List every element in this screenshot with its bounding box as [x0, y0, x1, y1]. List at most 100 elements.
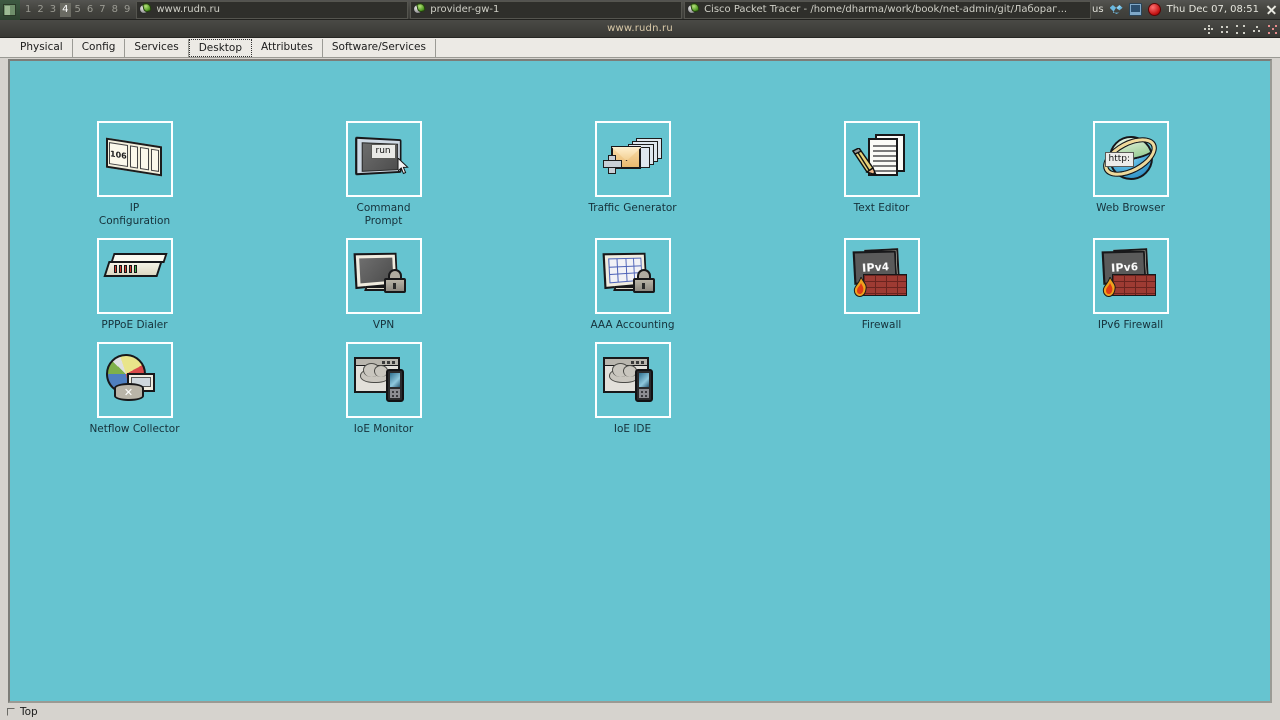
desktop-pager[interactable]: 1 2 3 4 5 6 7 8 9: [20, 0, 135, 20]
firewall-icon[interactable]: IPv4: [843, 238, 920, 314]
taskbar-window-title-2: provider-gw-1: [430, 4, 500, 15]
desktop-8[interactable]: 8: [110, 3, 120, 17]
desktop-icon-command-prompt[interactable]: run Command Prompt: [259, 121, 508, 228]
taskbar-window-title-3: Cisco Packet Tracer - /home/dharma/work/…: [704, 4, 1068, 15]
web-browser-badge: http:: [1104, 152, 1135, 167]
desktop-icon-label: Command Prompt: [356, 202, 411, 227]
desktop-icon-ip-configuration[interactable]: 106 IP Configuration: [10, 121, 259, 228]
command-prompt-badge: run: [370, 144, 396, 159]
taskbar-window-button-3[interactable]: Cisco Packet Tracer - /home/dharma/work/…: [684, 0, 1092, 19]
desktop-icon-label: Traffic Generator: [588, 202, 677, 214]
icon-cell-empty: [1006, 342, 1255, 436]
icon-row-3: Netflow Collector: [10, 342, 1270, 436]
text-editor-icon[interactable]: [843, 121, 920, 197]
firewall-art: IPv4: [851, 247, 913, 305]
desktop-icon-text-editor[interactable]: Text Editor: [757, 121, 1006, 228]
desktop-icon-traffic-generator[interactable]: Traffic Generator: [508, 121, 757, 228]
icon-cell-empty: [757, 342, 1006, 436]
desktop-icon-label: PPPoE Dialer: [101, 319, 168, 331]
pppoe-dialer-art: [102, 247, 168, 305]
desktop-4[interactable]: 4: [60, 2, 71, 17]
command-prompt-icon[interactable]: run: [345, 121, 422, 197]
tab-services[interactable]: Services: [125, 39, 189, 57]
close-icon[interactable]: [1265, 3, 1278, 16]
desktop-icon-ipv6-firewall[interactable]: IPv6 IPv6 Firewall: [1006, 238, 1255, 332]
desktop-2[interactable]: 2: [35, 3, 45, 17]
desktop-9[interactable]: 9: [122, 3, 132, 17]
top-checkbox[interactable]: [7, 707, 15, 716]
window-titlebar[interactable]: www.rudn.ru: [0, 20, 1280, 38]
desktop-icon-label: IP Configuration: [98, 202, 171, 227]
system-tray: us Thu Dec 07, 08:51: [1092, 0, 1280, 20]
clock[interactable]: Thu Dec 07, 08:51: [1167, 4, 1259, 15]
display-icon[interactable]: [1128, 3, 1142, 16]
desktop-6[interactable]: 6: [85, 3, 95, 17]
shade-icon[interactable]: [1204, 24, 1213, 34]
ipv6-firewall-icon[interactable]: IPv6: [1092, 238, 1169, 314]
dropbox-icon[interactable]: [1110, 3, 1123, 16]
taskbar-window-title-1: www.rudn.ru: [156, 4, 220, 15]
ipv6-firewall-art: IPv6: [1100, 247, 1162, 305]
top-checkbox-label: Top: [20, 705, 38, 718]
ip-configuration-art: 106: [104, 130, 166, 188]
desktop-icon-aaa-accounting[interactable]: AAA Accounting: [508, 238, 757, 332]
tab-config[interactable]: Config: [72, 39, 126, 57]
ioe-ide-icon[interactable]: [594, 342, 671, 418]
taskbar-window-button-1[interactable]: www.rudn.ru: [136, 0, 409, 19]
launcher-glyph: [3, 3, 16, 16]
desktop-icon-vpn[interactable]: VPN: [259, 238, 508, 332]
desktop-icon-pppoe-dialer[interactable]: PPPoE Dialer: [10, 238, 259, 332]
aaa-accounting-icon[interactable]: [594, 238, 671, 314]
ip-configuration-icon[interactable]: 106: [96, 121, 173, 197]
desktop-icon-grid: 106 IP Configuration run Command Prompt …: [10, 61, 1270, 701]
desktop-3[interactable]: 3: [48, 3, 58, 17]
desktop-icon-netflow-collector[interactable]: Netflow Collector: [10, 342, 259, 436]
padlock-icon: [383, 269, 406, 293]
packet-tracer-icon: [139, 2, 153, 16]
desktop-icon-label: Web Browser: [1096, 202, 1165, 214]
taskbar-window-button-2[interactable]: provider-gw-1: [410, 0, 683, 19]
flame-icon: [853, 277, 867, 297]
pencil-icon: [851, 148, 877, 176]
desktop-icon-label: IPv6 Firewall: [1097, 319, 1164, 331]
desktop-7[interactable]: 7: [97, 3, 107, 17]
switch-icon: [113, 383, 144, 401]
desktop-5[interactable]: 5: [73, 3, 83, 17]
desktop-icon-firewall[interactable]: IPv4 Firewall: [757, 238, 1006, 332]
close-icon[interactable]: [1268, 24, 1277, 34]
pppoe-dialer-icon[interactable]: [96, 238, 173, 314]
window-statusbar: Top: [0, 703, 1280, 720]
desktop-icon-label: IoE Monitor: [353, 423, 414, 435]
desktop-1[interactable]: 1: [23, 3, 33, 17]
keyboard-layout-indicator[interactable]: us: [1092, 4, 1104, 15]
tab-attributes[interactable]: Attributes: [252, 39, 323, 57]
window-title: www.rudn.ru: [607, 23, 673, 34]
text-editor-art: [851, 130, 913, 188]
netflow-collector-icon[interactable]: [96, 342, 173, 418]
packet-tracer-icon: [687, 2, 700, 16]
web-browser-icon[interactable]: http:: [1092, 121, 1169, 197]
record-icon[interactable]: [1147, 3, 1161, 16]
desktop-icon-ioe-ide[interactable]: IoE IDE: [508, 342, 757, 436]
tab-desktop[interactable]: Desktop: [188, 39, 253, 57]
minimize-icon[interactable]: [1220, 25, 1229, 34]
desktop-icon-label: AAA Accounting: [590, 319, 675, 331]
ioe-monitor-icon[interactable]: [345, 342, 422, 418]
desktop-icon-label: Firewall: [861, 319, 902, 331]
tab-software-services[interactable]: Software/Services: [322, 39, 436, 57]
traffic-generator-icon[interactable]: [594, 121, 671, 197]
aaa-accounting-art: [602, 247, 664, 305]
desktop-icon-label: Netflow Collector: [89, 423, 180, 435]
web-browser-art: http:: [1097, 130, 1162, 188]
menu-launcher-icon[interactable]: [0, 0, 20, 20]
desktop-icon-label: VPN: [372, 319, 395, 331]
icon-row-1: 106 IP Configuration run Command Prompt …: [10, 121, 1270, 228]
restore-icon[interactable]: [1252, 25, 1261, 34]
desktop-icon-ioe-monitor[interactable]: IoE Monitor: [259, 342, 508, 436]
desktop-icon-web-browser[interactable]: http: Web Browser: [1006, 121, 1255, 228]
packet-tracer-icon: [413, 2, 427, 16]
vpn-icon[interactable]: [345, 238, 422, 314]
tab-physical[interactable]: Physical: [10, 39, 73, 57]
maximize-icon[interactable]: [1236, 24, 1245, 34]
desktop-icon-label: IoE IDE: [613, 423, 652, 435]
